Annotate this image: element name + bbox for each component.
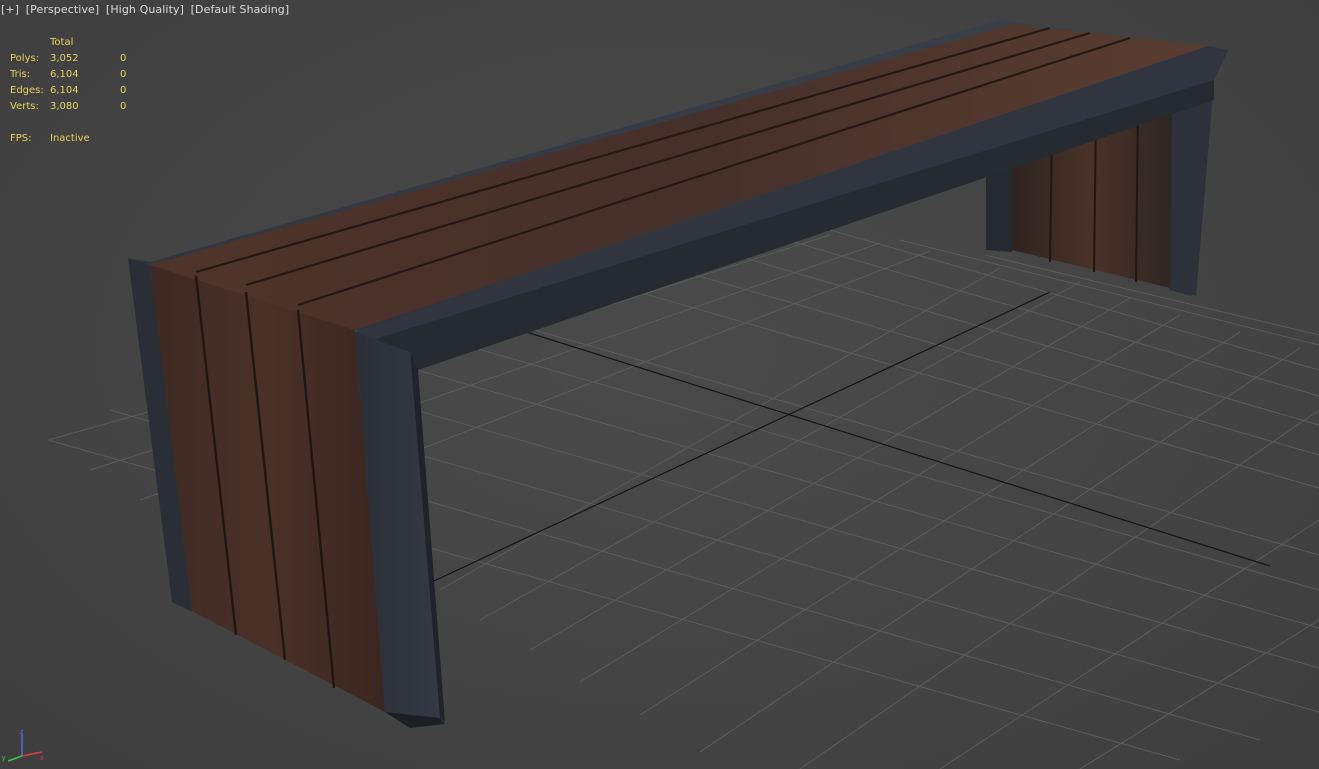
gizmo-x-label: x <box>40 755 44 762</box>
scene-3d[interactable] <box>0 0 1319 769</box>
viewport-label-menu: [+] [Perspective] [High Quality] [Defaul… <box>1 3 292 16</box>
perspective-viewport[interactable]: [+] [Perspective] [High Quality] [Defaul… <box>0 0 1319 769</box>
viewport-view-menu[interactable]: [Perspective] <box>26 3 100 16</box>
gizmo-y-label: y <box>2 755 6 762</box>
viewport-quality-menu[interactable]: [High Quality] <box>106 3 184 16</box>
stats-total-header: Total <box>50 37 74 48</box>
axis-gizmo-icon: z x y <box>2 729 44 762</box>
viewport-plus-menu[interactable]: [+] <box>1 3 19 16</box>
stats-row-verts: Verts: 3,080 0 <box>10 101 127 112</box>
stats-row-tris: Tris: 6,104 0 <box>10 69 127 80</box>
stats-row-polys: Polys: 3,052 0 <box>10 53 127 64</box>
gizmo-z-label: z <box>20 729 24 736</box>
stats-row-fps: FPS: Inactive <box>10 133 90 144</box>
viewport-shading-menu[interactable]: [Default Shading] <box>191 3 290 16</box>
statistics-overlay: Total Polys: 3,052 0 Tris: 6,104 0 Edges… <box>10 35 150 147</box>
stats-row-edges: Edges: 6,104 0 <box>10 85 127 96</box>
